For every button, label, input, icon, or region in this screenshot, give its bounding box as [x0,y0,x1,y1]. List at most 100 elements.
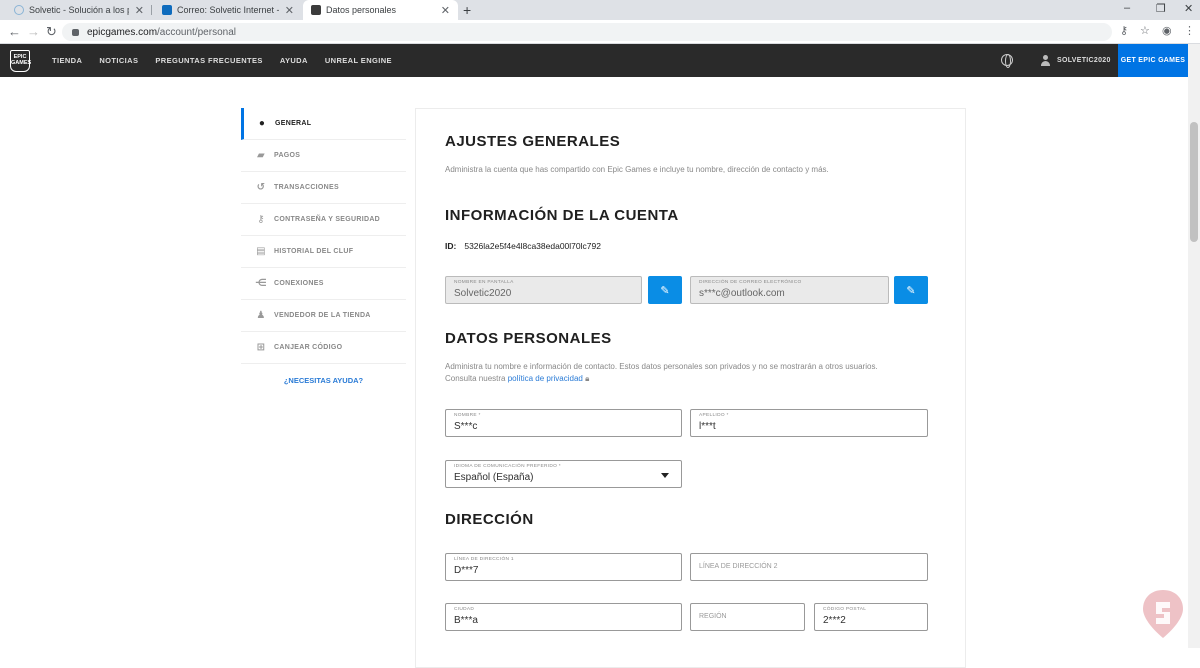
tab-close-icon[interactable]: ✕ [135,4,144,17]
tab-title: Solvetic - Solución a los problem [29,5,129,15]
account-sidebar: ● GENERAL ▰ PAGOS ↺ TRANSACCIONES ⚷ CONT… [241,108,406,385]
key-icon: ⚷ [257,214,265,225]
forward-arrow-icon[interactable]: → [27,24,40,39]
nav-links: TIENDA NOTICIAS PREGUNTAS FRECUENTES AYU… [52,44,409,77]
url-host: epicgames.com [87,26,158,38]
new-tab-button[interactable]: + [463,2,471,18]
sidebar-item-canjear[interactable]: ⊞ CANJEAR CÓDIGO [241,332,406,364]
sidebar-item-label: CONEXIONES [274,280,324,287]
user-menu[interactable]: SOLVETIC2020 [1040,44,1111,77]
field-value: l***t [699,421,716,432]
region-input[interactable]: REGIÓN [690,603,805,631]
display-name-field: NOMBRE EN PANTALLA Solvetic2020 [445,276,642,304]
sidebar-item-label: PAGOS [274,152,301,159]
general-settings-description: Administra la cuenta que has compartido … [445,165,829,174]
sidebar-item-pagos[interactable]: ▰ PAGOS [241,140,406,172]
sidebar-item-label: CANJEAR CÓDIGO [274,344,343,351]
sidebar-item-label: GENERAL [275,120,312,127]
personal-desc-line2: Consulta nuestra política de privacidad … [445,374,590,383]
field-label: CÓDIGO POSTAL [823,607,867,612]
menu-icon[interactable]: ⋮ [1184,24,1195,37]
sidebar-item-general[interactable]: ● GENERAL [241,108,406,140]
epic-favicon-icon [311,5,321,15]
address-bar: ← → ↻ epicgames.com/account/personal ⚷ ☆… [0,20,1200,44]
browser-tab-datos-personales[interactable]: Datos personales ✕ [303,0,458,20]
field-value: B***a [454,615,478,626]
url-path: /account/personal [157,26,236,38]
user-icon: ● [258,118,266,129]
field-label: APELLIDO * [699,413,729,418]
sidebar-item-historial-cluf[interactable]: ▤ HISTORIAL DEL CLUF [241,236,406,268]
sidebar-item-conexiones[interactable]: ⋲ CONEXIONES [241,268,406,300]
star-icon[interactable]: ☆ [1140,24,1150,37]
first-name-input[interactable]: NOMBRE * S***c [445,409,682,437]
reload-icon[interactable]: ↻ [46,24,57,40]
globe-icon[interactable] [1001,54,1013,68]
field-value: D***7 [454,565,479,576]
account-id: ID: 5326la2e5f4e4l8ca38eda00l70lc792 [445,241,601,251]
nav-link-unreal[interactable]: UNREAL ENGINE [325,56,392,65]
field-label: NOMBRE EN PANTALLA [454,280,514,285]
payment-icon: ▰ [257,150,265,161]
field-label: NOMBRE * [454,413,481,418]
personal-data-description: Administra tu nombre e información de co… [445,361,878,385]
account-id-value: 5326la2e5f4e4l8ca38eda00l70lc792 [464,241,601,251]
city-input[interactable]: CIUDAD B***a [445,603,682,631]
nav-link-ayuda[interactable]: AYUDA [280,56,308,65]
back-arrow-icon[interactable]: ← [8,24,21,39]
key-icon[interactable]: ⚷ [1120,24,1128,37]
sidebar-item-label: CONTRASEÑA Y SEGURIDAD [274,216,381,223]
privacy-policy-link[interactable]: política de privacidad [508,374,583,383]
help-link[interactable]: ¿NECESITAS AYUDA? [241,376,406,385]
scrollbar[interactable] [1188,44,1200,648]
sidebar-item-label: HISTORIAL DEL CLUF [274,248,354,255]
address-line2-input[interactable]: LÍNEA DE DIRECCIÓN 2 [690,553,928,581]
sidebar-item-transacciones[interactable]: ↺ TRANSACCIONES [241,172,406,204]
sidebar-item-label: VENDEDOR DE LA TIENDA [274,312,371,319]
account-id-label: ID: [445,241,457,251]
last-name-input[interactable]: APELLIDO * l***t [690,409,928,437]
field-value: Solvetic2020 [454,288,512,299]
sidebar-item-contrasena[interactable]: ⚷ CONTRASEÑA Y SEGURIDAD [241,204,406,236]
account-info-title: INFORMACIÓN DE LA CUENTA [445,207,679,224]
chevron-down-icon [661,473,669,478]
restore-icon[interactable]: ❐ [1156,2,1166,15]
address-line1-input[interactable]: LÍNEA DE DIRECCIÓN 1 D***7 [445,553,682,581]
gift-icon: ⊞ [256,342,266,353]
sidebar-item-vendedor[interactable]: ♟ VENDEDOR DE LA TIENDA [241,300,406,332]
address-title: DIRECCIÓN [445,511,534,528]
history-icon: ↺ [256,182,266,193]
language-select[interactable]: IDIOMA DE COMUNICACIÓN PREFERIDO * Españ… [445,460,682,488]
tab-close-icon[interactable]: ✕ [285,4,294,17]
field-placeholder: LÍNEA DE DIRECCIÓN 2 [699,563,778,570]
edit-display-name-button[interactable]: ✎ [648,276,682,304]
clipboard-icon: ▤ [256,246,266,257]
username: SOLVETIC2020 [1057,57,1111,64]
minimize-icon[interactable]: – [1124,2,1130,14]
browser-tab-outlook[interactable]: Correo: Solvetic Internet - Outlo ✕ [154,0,302,20]
tab-title: Datos personales [326,5,397,15]
lock-icon [72,28,79,36]
scrollbar-thumb[interactable] [1190,122,1198,242]
close-window-icon[interactable]: ✕ [1184,2,1193,15]
nav-link-tienda[interactable]: TIENDA [52,56,82,65]
postal-code-input[interactable]: CÓDIGO POSTAL 2***2 [814,603,928,631]
tab-title: Correo: Solvetic Internet - Outlo [177,5,279,15]
epic-games-logo[interactable]: EPIC GAMES [10,50,31,72]
browser-tab-solvetic[interactable]: Solvetic - Solución a los problem ✕ [6,0,152,20]
tab-close-icon[interactable]: ✕ [441,4,450,17]
lock-icon: 🔒︎ [585,374,590,383]
url-input[interactable]: epicgames.com/account/personal [62,23,1112,41]
field-value: S***c [454,421,478,432]
nav-link-noticias[interactable]: NOTICIAS [99,56,138,65]
field-placeholder: REGIÓN [699,613,727,620]
edit-email-button[interactable]: ✎ [894,276,928,304]
field-value: Español (España) [454,472,534,483]
outlook-favicon-icon [162,5,172,15]
profile-icon[interactable]: ◉ [1162,24,1172,37]
seller-icon: ♟ [256,310,266,321]
field-label: LÍNEA DE DIRECCIÓN 1 [454,557,514,562]
personal-desc-line1: Administra tu nombre e información de co… [445,362,878,371]
nav-link-preguntas[interactable]: PREGUNTAS FRECUENTES [155,56,262,65]
get-epic-games-button[interactable]: GET EPIC GAMES [1118,44,1188,77]
